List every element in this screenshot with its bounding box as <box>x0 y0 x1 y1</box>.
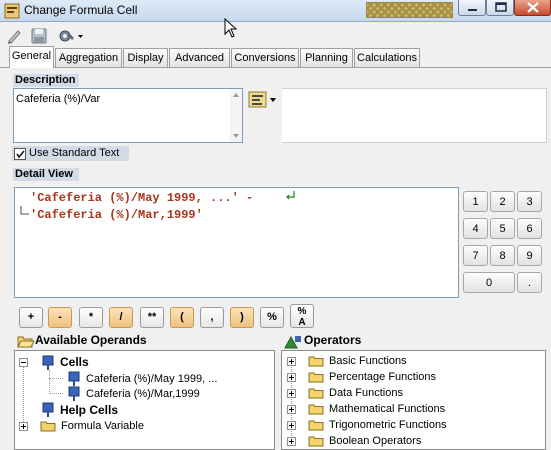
mouse-cursor-icon <box>224 18 238 38</box>
key-1[interactable]: 1 <box>463 191 488 212</box>
tree-guide <box>49 370 50 394</box>
maximize-button[interactable] <box>486 0 514 16</box>
basic-functions-expand-toggle[interactable] <box>287 357 296 366</box>
titlebar-decoration <box>366 2 453 18</box>
tab-aggregation[interactable]: Aggregation <box>55 48 122 67</box>
folder-icon <box>40 421 56 432</box>
tab-conversions[interactable]: Conversions <box>231 48 299 67</box>
detail-view-header: Detail View <box>13 168 79 181</box>
use-standard-text-label: Use Standard Text <box>29 147 120 159</box>
key-7[interactable]: 7 <box>463 245 488 266</box>
op-power-button[interactable]: ** <box>140 307 164 328</box>
op-comma-button[interactable]: , <box>200 307 224 328</box>
key-5[interactable]: 5 <box>490 218 515 239</box>
cell-item-may-1999[interactable]: Cafeferia (%)/May 1999, ... <box>86 373 217 385</box>
tab-strip-line <box>0 67 551 68</box>
tab-calculations[interactable]: Calculations <box>354 48 420 67</box>
tab-advanced[interactable]: Advanced <box>169 48 230 67</box>
key-6[interactable]: 6 <box>517 218 542 239</box>
edit-pen-icon[interactable] <box>6 27 24 45</box>
folder-icon <box>308 372 324 383</box>
mathematical-functions-expand-toggle[interactable] <box>287 405 296 414</box>
tree-guide <box>49 378 63 379</box>
description-scrollbar[interactable] <box>230 89 242 142</box>
cells-collapse-toggle[interactable] <box>19 358 28 367</box>
op-multiply-button[interactable]: * <box>79 307 103 328</box>
op-percent-a-button[interactable]: %A <box>290 304 314 328</box>
key-9[interactable]: 9 <box>517 245 542 266</box>
operator-trigonometric-functions[interactable]: Trigonometric Functions <box>329 419 447 431</box>
cell-item-mar-1999[interactable]: Cafeferia (%)/Mar,1999 <box>86 388 200 400</box>
window-title: Change Formula Cell <box>24 3 138 17</box>
op-divide-button[interactable]: / <box>109 307 133 328</box>
folder-icon <box>308 420 324 431</box>
formula-variable-label[interactable]: Formula Variable <box>61 420 144 432</box>
op-plus-button[interactable]: + <box>19 307 43 328</box>
operator-percentage-functions[interactable]: Percentage Functions <box>329 371 436 383</box>
tree-guide <box>23 367 24 424</box>
text-picker-icon[interactable] <box>248 91 278 109</box>
op-minus-button[interactable]: - <box>48 307 72 328</box>
description-header: Description <box>13 74 79 87</box>
cells-node-icon <box>42 355 54 370</box>
op-close-paren-button[interactable]: ) <box>230 307 254 328</box>
save-disk-icon[interactable] <box>30 27 48 45</box>
settings-wrench-icon[interactable] <box>58 27 86 45</box>
key-8[interactable]: 8 <box>490 245 515 266</box>
formula-line-1: 'Cafeferia (%)/May 1999, ...' - <box>30 191 254 205</box>
operators-icon <box>284 335 301 349</box>
operator-mathematical-functions[interactable]: Mathematical Functions <box>329 403 445 415</box>
operators-header: Operators <box>304 333 362 347</box>
key-decimal[interactable]: . <box>517 272 542 293</box>
help-cells-label[interactable]: Help Cells <box>60 403 118 417</box>
folder-icon <box>308 356 324 367</box>
percentage-functions-expand-toggle[interactable] <box>287 373 296 382</box>
operator-data-functions[interactable]: Data Functions <box>329 387 403 399</box>
tab-planning[interactable]: Planning <box>300 48 353 67</box>
key-2[interactable]: 2 <box>490 191 515 212</box>
tree-guide <box>49 393 63 394</box>
cell-item-icon <box>68 371 80 386</box>
key-0[interactable]: 0 <box>463 272 515 293</box>
formula-variable-expand-toggle[interactable] <box>19 422 28 431</box>
op-percent-a-label: %A <box>297 306 307 328</box>
minimize-button[interactable] <box>458 0 486 16</box>
close-button[interactable] <box>514 0 551 16</box>
formula-line-2: 'Cafeferia (%)/Mar,1999' <box>30 208 203 222</box>
description-side-area <box>282 88 547 143</box>
op-open-paren-button[interactable]: ( <box>170 307 194 328</box>
op-percent-button[interactable]: % <box>260 307 284 328</box>
key-3[interactable]: 3 <box>517 191 542 212</box>
tab-general[interactable]: General <box>9 46 54 68</box>
folder-icon <box>308 436 324 447</box>
use-standard-text-checkbox[interactable] <box>14 148 26 160</box>
key-4[interactable]: 4 <box>463 218 488 239</box>
line-continue-icon <box>286 191 295 200</box>
boolean-operators-expand-toggle[interactable] <box>287 437 296 446</box>
operator-boolean-operators[interactable]: Boolean Operators <box>329 435 421 447</box>
help-cells-icon <box>42 402 54 417</box>
open-folder-icon <box>17 336 35 348</box>
cell-item-icon <box>68 386 80 401</box>
operator-basic-functions[interactable]: Basic Functions <box>329 355 407 367</box>
data-functions-expand-toggle[interactable] <box>287 389 296 398</box>
formula-app-icon <box>4 3 20 19</box>
folder-icon <box>308 388 324 399</box>
tab-display[interactable]: Display <box>123 48 168 67</box>
cells-node-label[interactable]: Cells <box>60 355 89 369</box>
description-value: Cafeferia (%)/Var <box>16 93 101 105</box>
folder-icon <box>308 404 324 415</box>
trigonometric-functions-expand-toggle[interactable] <box>287 421 296 430</box>
available-operands-header: Available Operands <box>35 333 147 347</box>
